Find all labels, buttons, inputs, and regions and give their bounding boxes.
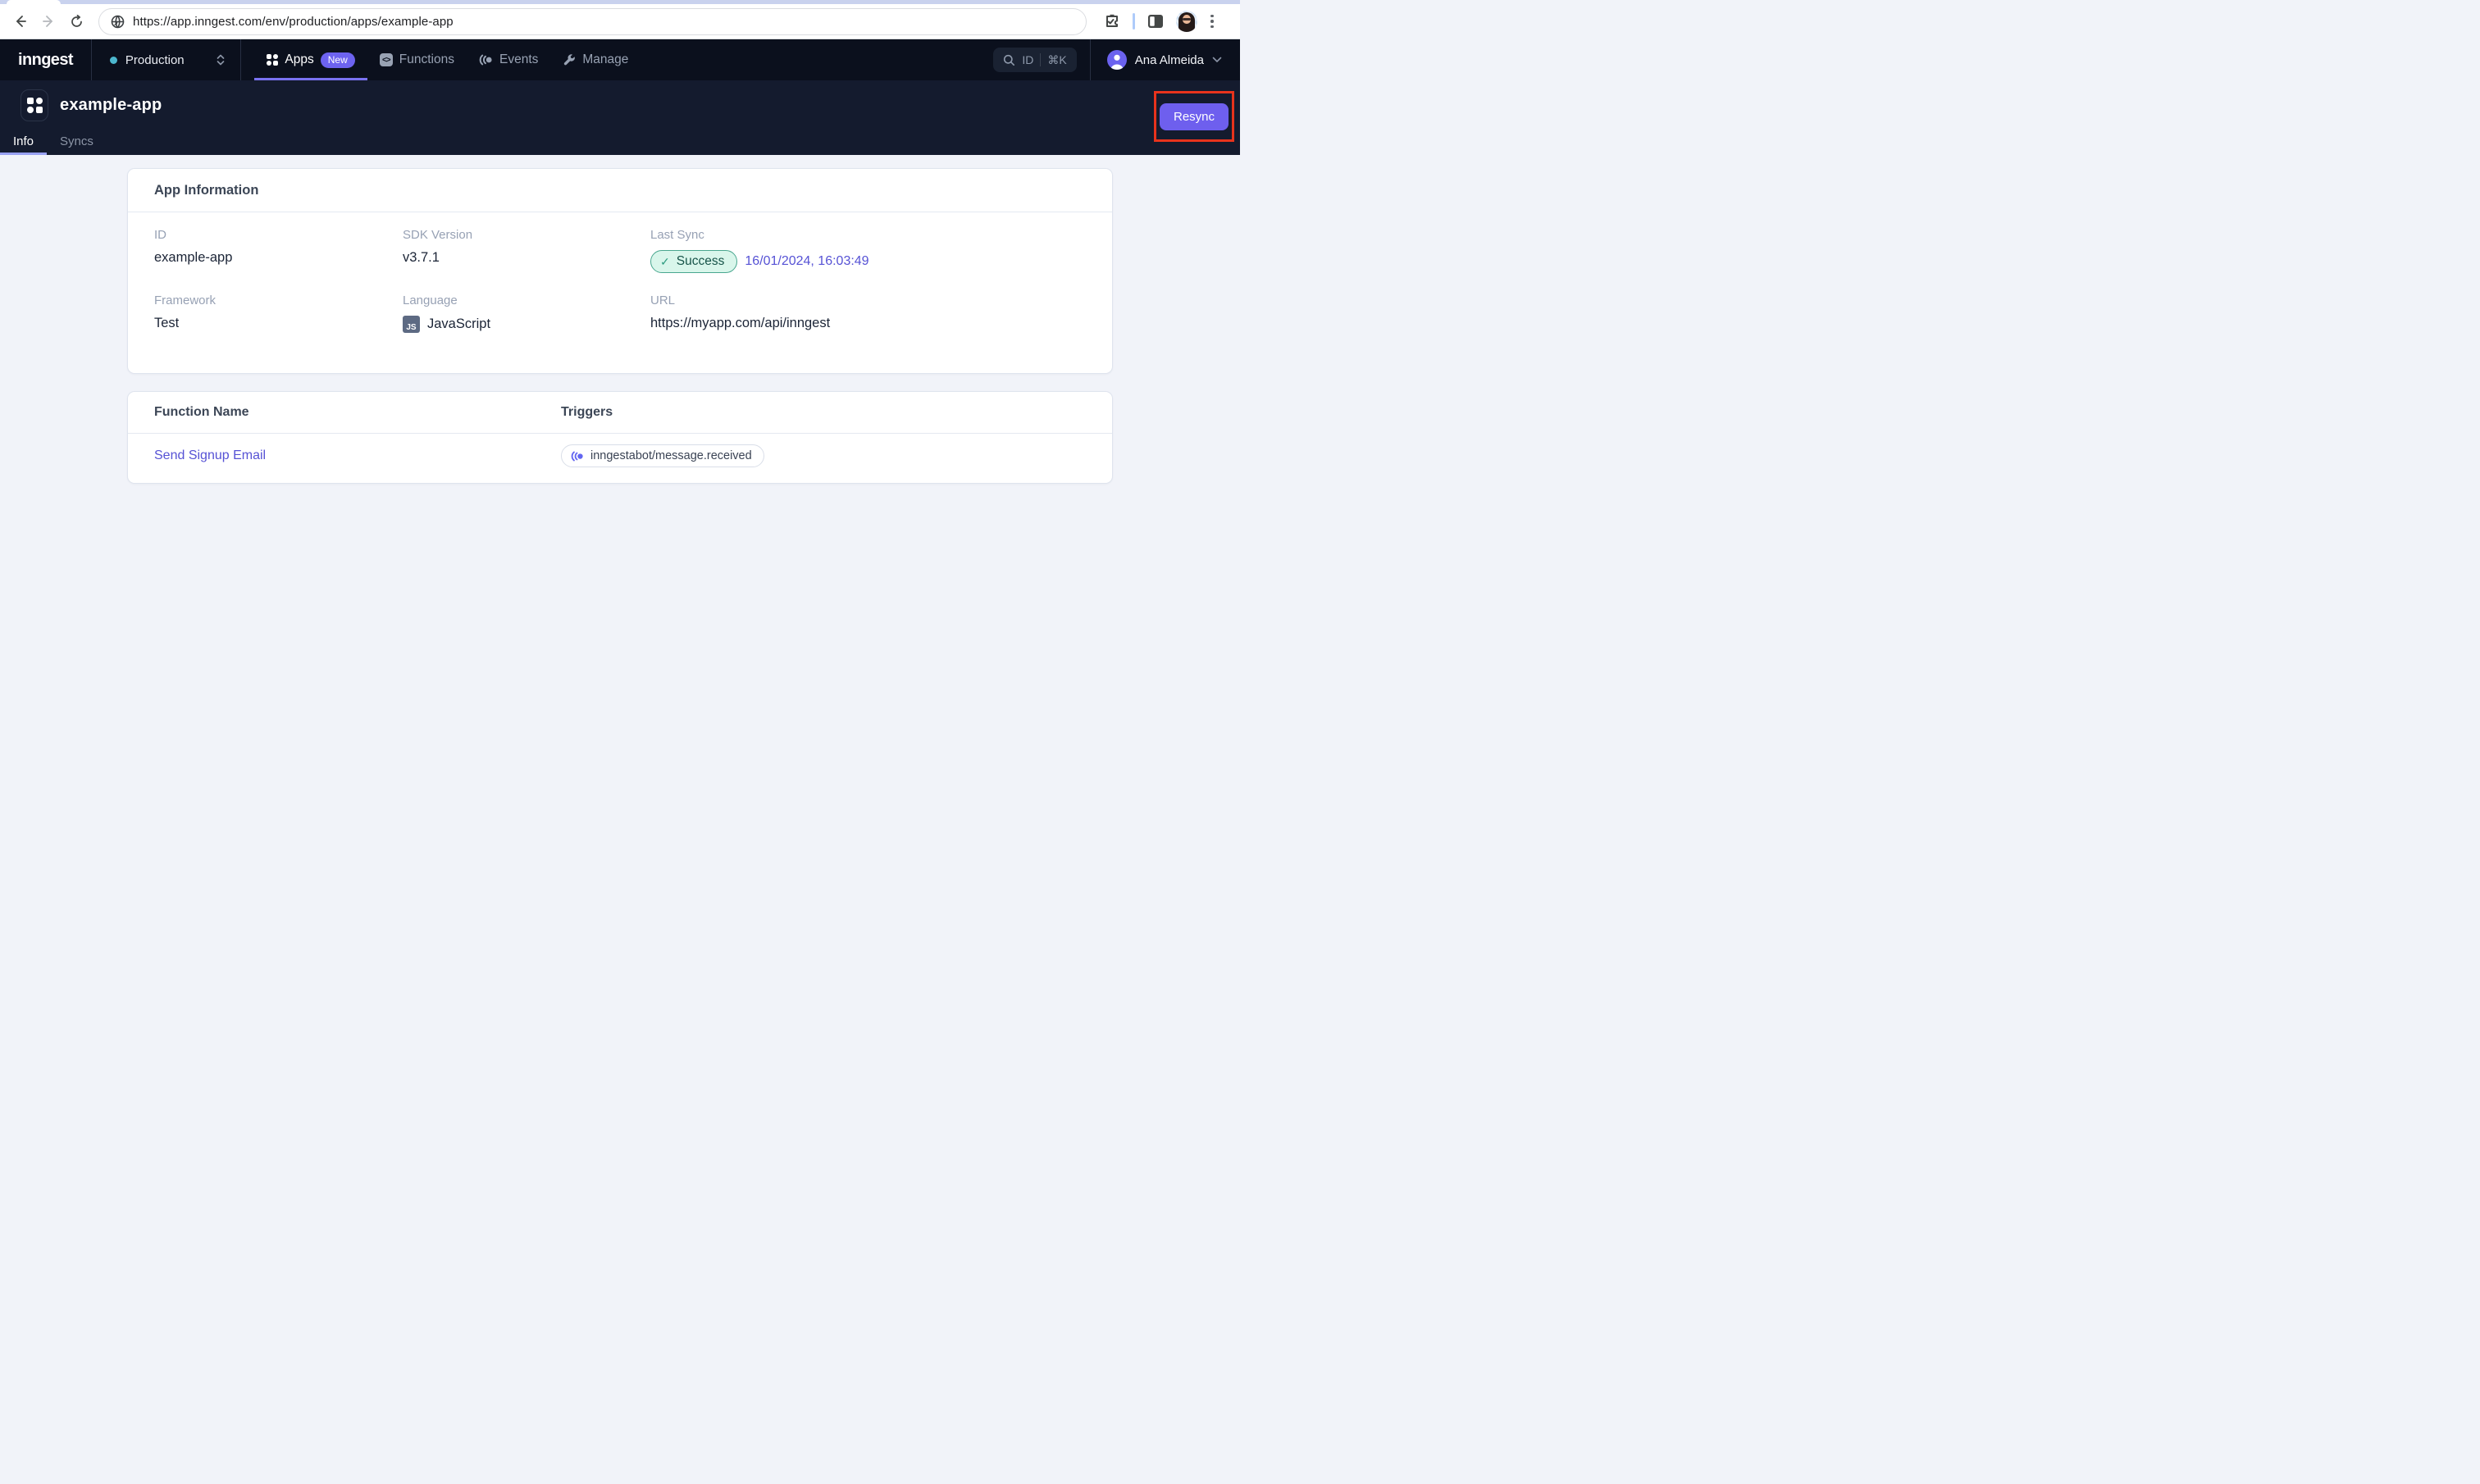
address-bar[interactable]: https://app.inngest.com/env/production/a… <box>98 7 1087 35</box>
extension-check-icon <box>1104 13 1120 30</box>
browser-profile-avatar[interactable] <box>1176 11 1197 32</box>
app-information-card: App Information ID example-app SDK Versi… <box>127 168 1113 374</box>
field-value: v3.7.1 <box>403 250 440 265</box>
field-value: JavaScript <box>427 316 491 331</box>
main-content: App Information ID example-app SDK Versi… <box>0 155 1240 484</box>
column-header-function-name: Function Name <box>154 405 249 419</box>
environment-label: Production <box>125 52 185 67</box>
field-url: URL https://myapp.com/api/inngest <box>650 294 1086 333</box>
apps-grid-icon <box>266 53 279 66</box>
trigger-pill: inngestabot/message.received <box>561 444 764 467</box>
avatar-glasses <box>1183 18 1191 20</box>
forward-button[interactable] <box>36 9 61 34</box>
search-label: ID <box>1022 53 1034 66</box>
event-trigger-icon <box>571 450 584 462</box>
search-icon <box>1003 54 1015 66</box>
functions-code-icon: <> <box>379 53 393 66</box>
tab-syncs[interactable]: Syncs <box>47 127 107 155</box>
reload-button[interactable] <box>64 9 89 34</box>
toolbar-divider <box>1133 13 1135 30</box>
environment-status-dot <box>109 56 117 64</box>
table-row: Send Signup Email inngestabot/message.re… <box>128 434 1112 483</box>
events-icon <box>479 53 493 66</box>
trigger-name: inngestabot/message.received <box>590 449 752 462</box>
field-label: URL <box>650 294 676 307</box>
functions-table-header: Function Name Triggers <box>128 392 1112 434</box>
status-badge: ✓ Success <box>650 250 738 273</box>
user-avatar <box>1106 50 1127 70</box>
app-grid-icon <box>26 98 43 113</box>
nav-item-manage[interactable]: Manage <box>550 39 641 80</box>
side-panel-icon <box>1147 14 1164 29</box>
function-name-link[interactable]: Send Signup Email <box>154 448 561 463</box>
last-sync-date-link[interactable]: 16/01/2024, 16:03:49 <box>745 254 868 269</box>
site-info-globe-icon[interactable] <box>111 15 125 29</box>
back-button[interactable] <box>8 9 33 34</box>
new-badge: New <box>320 52 355 68</box>
inngest-logo-text: inngest <box>18 50 74 69</box>
inngest-logo[interactable]: inngest <box>0 39 92 80</box>
page-header: example-app Info Syncs Resync <box>0 80 1240 155</box>
check-icon: ✓ <box>660 254 670 268</box>
field-label: ID <box>154 228 166 242</box>
page-tabs: Info Syncs <box>0 127 107 155</box>
javascript-icon: JS <box>403 316 420 333</box>
browser-actions <box>1100 9 1219 34</box>
environment-switcher[interactable]: Production <box>92 39 241 80</box>
app-icon <box>21 89 48 121</box>
search-shortcut: ⌘K <box>1047 52 1067 66</box>
column-header-triggers: Triggers <box>561 405 613 419</box>
browser-toolbar: https://app.inngest.com/env/production/a… <box>0 4 1240 39</box>
nav-item-events[interactable]: Events <box>467 39 550 80</box>
tab-label: Info <box>13 134 34 148</box>
field-id: ID example-app <box>154 228 403 273</box>
back-arrow-icon <box>13 14 28 29</box>
reload-icon <box>70 14 84 29</box>
field-value: https://myapp.com/api/inngest <box>650 316 831 330</box>
user-name: Ana Almeida <box>1134 52 1204 67</box>
field-label: Framework <box>154 294 217 307</box>
field-framework: Framework Test <box>154 294 403 333</box>
field-label: Last Sync <box>650 228 704 242</box>
nav-item-functions[interactable]: <> Functions <box>367 39 467 80</box>
field-sdk-version: SDK Version v3.7.1 <box>403 228 650 273</box>
nav-item-label: Events <box>499 52 539 66</box>
resync-button[interactable]: Resync <box>1159 102 1229 130</box>
nav-item-apps[interactable]: Apps New <box>253 39 367 80</box>
field-label: SDK Version <box>403 228 473 242</box>
user-menu[interactable]: Ana Almeida <box>1089 39 1240 80</box>
status-badge-label: Success <box>676 254 725 268</box>
forward-arrow-icon <box>41 14 56 29</box>
manage-wrench-icon <box>563 53 576 66</box>
tab-label: Syncs <box>60 134 93 148</box>
annotation-highlight-rectangle: Resync <box>1154 91 1234 142</box>
browser-chrome: https://app.inngest.com/env/production/a… <box>0 0 1240 39</box>
page-title: example-app <box>60 96 162 114</box>
nav-item-label: Functions <box>399 52 454 66</box>
chevron-down-icon <box>1212 57 1222 63</box>
field-last-sync: Last Sync ✓ Success 16/01/2024, 16:03:49 <box>650 228 1086 273</box>
field-language: Language JS JavaScript <box>403 294 650 333</box>
top-navigation: inngest Production Apps New <> Functions… <box>0 39 1240 80</box>
extensions-button[interactable] <box>1100 9 1124 34</box>
nav-item-label: Manage <box>582 52 629 66</box>
field-value: Test <box>154 316 180 330</box>
url-text[interactable]: https://app.inngest.com/env/production/a… <box>133 15 454 29</box>
functions-table-card: Function Name Triggers Send Signup Email… <box>127 391 1113 484</box>
nav-items: Apps New <> Functions Events Manage <box>253 39 641 80</box>
tab-info[interactable]: Info <box>0 127 48 155</box>
browser-menu-button[interactable] <box>1206 14 1219 29</box>
card-title: App Information <box>128 169 1112 212</box>
search-shortcut-button[interactable]: ID ⌘K <box>993 48 1077 72</box>
side-panel-button[interactable] <box>1143 9 1168 34</box>
search-separator <box>1040 53 1042 66</box>
app-information-grid: ID example-app SDK Version v3.7.1 Last S… <box>128 212 1112 373</box>
nav-item-label: Apps <box>285 52 314 66</box>
field-label: Language <box>403 294 458 307</box>
unfold-chevrons-icon <box>216 53 226 66</box>
field-value: example-app <box>154 250 233 265</box>
browser-tab-strip <box>0 0 1240 4</box>
browser-active-tab[interactable] <box>7 0 61 4</box>
